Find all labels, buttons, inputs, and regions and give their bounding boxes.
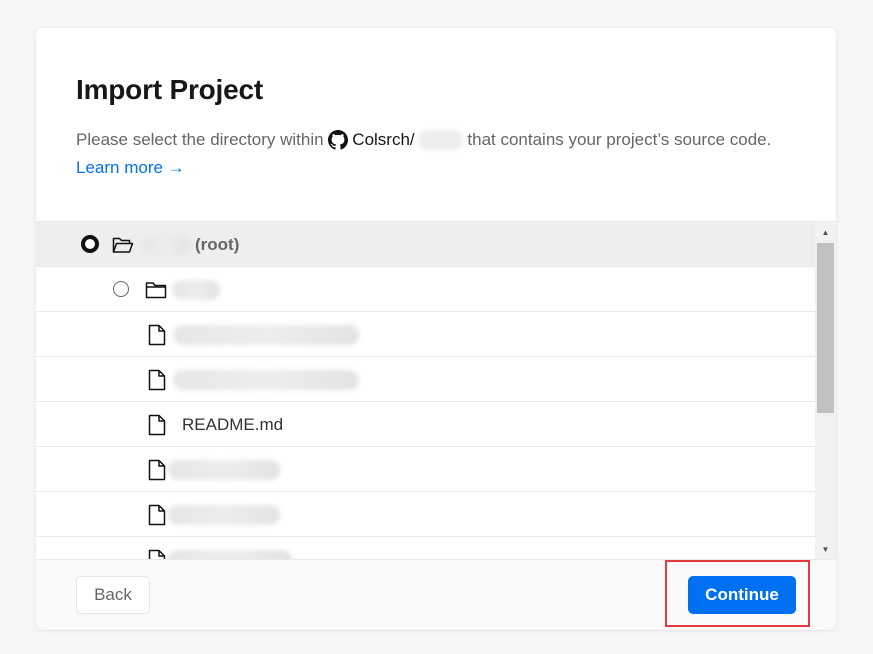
file-icon (145, 548, 169, 559)
redacted-folder-name (172, 280, 220, 300)
folder-open-icon (111, 233, 135, 257)
scrollbar-thumb[interactable] (817, 243, 834, 413)
redacted-repo-name (418, 130, 463, 150)
repo-owner: Colsrch/ (352, 130, 415, 149)
folder-icon (144, 278, 168, 302)
directory-tree: (root) README.md ▲ ▼ (36, 221, 836, 559)
import-project-dialog: Import Project Please select the directo… (36, 28, 836, 630)
scroll-down-icon[interactable]: ▼ (815, 541, 836, 557)
folder-radio[interactable] (113, 281, 129, 297)
dialog-header: Import Project Please select the directo… (36, 28, 836, 178)
file-icon (145, 323, 169, 347)
readme-label: README.md (182, 415, 284, 434)
github-icon (328, 130, 349, 150)
tree-row-root[interactable]: (root) (36, 222, 815, 267)
root-radio[interactable] (81, 235, 99, 253)
back-button[interactable]: Back (76, 576, 150, 614)
redacted-repo-name (142, 235, 190, 255)
learn-more-link[interactable]: Learn more → (76, 158, 185, 177)
file-icon (145, 368, 169, 392)
root-label: (root) (195, 235, 240, 254)
tree-row-file (36, 447, 815, 492)
tree-row-file (36, 357, 815, 402)
redacted-file-name (173, 370, 359, 390)
file-icon (145, 458, 169, 482)
tree-row-file (36, 492, 815, 537)
dialog-description: Please select the directory within Colsr… (76, 126, 796, 182)
tree-row-file (36, 537, 815, 559)
redacted-file-name (168, 505, 280, 525)
repo-reference: Colsrch/ (328, 126, 463, 154)
dialog-footer: Back Continue (36, 559, 836, 630)
redacted-file-name (168, 460, 280, 480)
tree-scrollbar[interactable]: ▲ ▼ (815, 222, 836, 559)
tree-row-folder[interactable] (36, 267, 815, 312)
directory-list: (root) README.md (36, 222, 815, 559)
file-icon (145, 503, 169, 527)
redacted-file-name (168, 550, 292, 559)
redacted-file-name (173, 325, 359, 345)
description-text-end: that contains your project’s source code… (467, 130, 772, 149)
scroll-up-icon[interactable]: ▲ (815, 224, 836, 240)
continue-button[interactable]: Continue (688, 576, 796, 614)
tree-row-readme: README.md (36, 402, 815, 447)
dialog-title: Import Project (76, 74, 264, 105)
file-icon (145, 413, 169, 437)
tree-row-file (36, 312, 815, 357)
description-text: Please select the directory within (76, 130, 324, 149)
